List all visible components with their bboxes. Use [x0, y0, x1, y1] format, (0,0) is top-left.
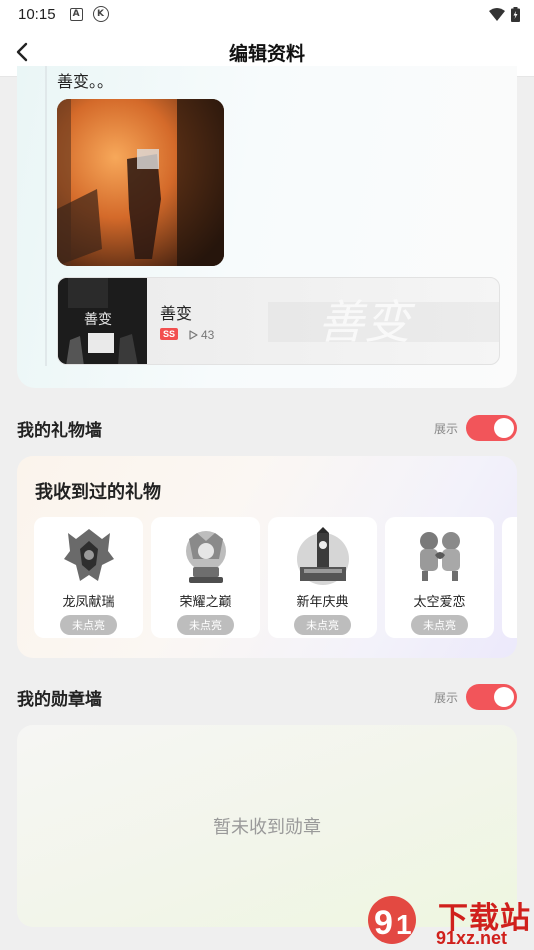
gift-card: 我收到过的礼物 龙凤献瑞 未点亮 荣耀之巅 未点亮 新年庆典 未点亮 太空爱恋 … [17, 456, 517, 658]
chevron-left-icon [16, 42, 28, 62]
badge-wall-toggle-label: 展示 [433, 690, 458, 705]
gift-item-peek[interactable] [502, 517, 517, 638]
gift-item[interactable]: 新年庆典 未点亮 [268, 517, 377, 638]
gift-status-badge: 未点亮 [177, 615, 234, 635]
play-count-value: 43 [201, 328, 215, 342]
badge-empty-text: 暂未收到勋章 [213, 817, 321, 838]
gift-status-badge: 未点亮 [60, 615, 117, 635]
gift-item[interactable]: 荣耀之巅 未点亮 [151, 517, 260, 638]
gift-item[interactable]: 龙凤献瑞 未点亮 [34, 517, 143, 638]
page-title: 编辑资料 [228, 42, 305, 65]
music-card[interactable]: 善变 善变 善变 SS 43 [57, 277, 500, 365]
status-bar: 10:15 A K [0, 0, 534, 28]
wifi-icon [489, 7, 505, 21]
badge-wall-title: 我的勋章墙 [17, 689, 102, 710]
music-art-text: 善变 [318, 295, 416, 349]
gift-name: 太空爱恋 [413, 595, 466, 610]
play-count: 43 [189, 328, 214, 342]
watermark-url: 91xz.net [436, 928, 508, 948]
moment-photo[interactable] [57, 99, 224, 266]
music-background-art: 善变 [268, 295, 499, 349]
gift-wall-title: 我的礼物墙 [17, 420, 102, 441]
gift-status-badge: 未点亮 [411, 615, 468, 635]
gift-wall-toggle[interactable] [466, 415, 517, 441]
gift-item[interactable]: 太空爱恋 未点亮 [385, 517, 494, 638]
gift-wall-toggle-label: 展示 [433, 421, 458, 436]
space-love-gift-icon [419, 532, 460, 581]
music-cover-text: 善变 [84, 312, 112, 328]
badge-wall-header: 我的勋章墙 展示 [17, 682, 517, 712]
badge-wall-toggle[interactable] [466, 684, 517, 710]
music-cover: 善变 [58, 278, 147, 364]
timeline-line [45, 66, 47, 366]
trophy-gift-icon [185, 531, 226, 583]
moment-text: 善变。。 [57, 72, 114, 91]
play-icon [189, 330, 198, 340]
notification-a-icon: A [69, 7, 83, 21]
music-title: 善变 [160, 304, 193, 323]
battery-icon [511, 6, 520, 22]
gift-status-badge: 未点亮 [294, 615, 351, 635]
gift-card-title: 我收到过的礼物 [35, 482, 161, 503]
gift-name: 荣耀之巅 [179, 595, 232, 610]
svg-text:9: 9 [374, 904, 393, 942]
status-time: 10:15 [18, 5, 56, 23]
gift-name: 龙凤献瑞 [62, 595, 115, 610]
quality-badge: SS [160, 328, 179, 340]
gift-wall-header: 我的礼物墙 展示 [17, 413, 517, 443]
notification-k-icon: K [92, 6, 109, 22]
new-year-clock-tower-gift-icon [296, 527, 349, 585]
svg-text:1: 1 [396, 909, 412, 940]
back-button[interactable] [8, 38, 36, 66]
moment-card: 善变。。 善变 善变 善变 SS 43 [17, 66, 517, 388]
dragon-phoenix-gift-icon [63, 529, 114, 581]
gift-name: 新年庆典 [296, 595, 349, 610]
